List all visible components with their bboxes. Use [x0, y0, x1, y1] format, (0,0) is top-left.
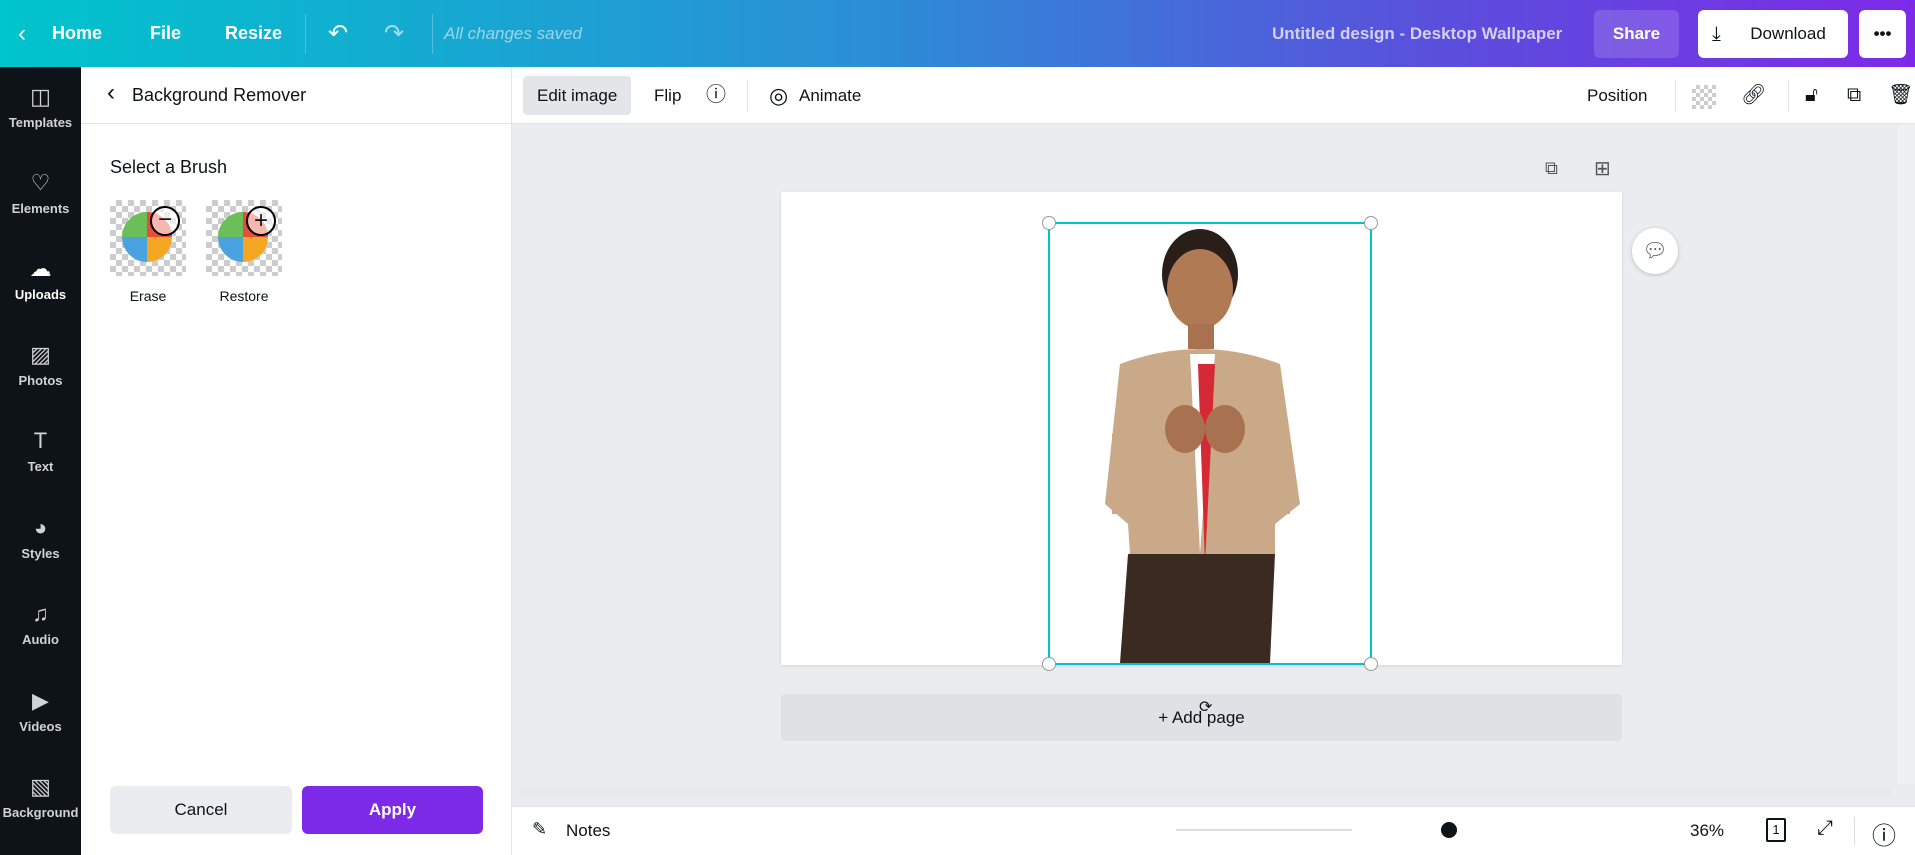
- panel-title: Background Remover: [132, 85, 307, 105]
- help-icon[interactable]: ⓘ: [1872, 816, 1896, 851]
- erase-brush[interactable]: − Erase: [110, 200, 186, 304]
- zoom-level[interactable]: 36%: [1690, 821, 1724, 841]
- download-label: Download: [1750, 24, 1826, 43]
- apply-button[interactable]: Apply: [302, 786, 483, 834]
- sidebar-label: Uploads: [14, 287, 67, 302]
- sidebar-item-uploads[interactable]: ☁ Uploads: [0, 255, 81, 335]
- background-remover-panel: ‹ Background Remover Select a Brush − Er…: [81, 67, 512, 855]
- flip-button[interactable]: Flip: [640, 76, 695, 115]
- video-icon: ▶: [32, 688, 49, 713]
- animate-icon: ◎: [769, 83, 789, 108]
- sidebar-item-audio[interactable]: ♫ Audio: [0, 600, 81, 680]
- sidebar-item-templates[interactable]: ◫ Templates: [0, 83, 81, 163]
- page-count-button[interactable]: 1: [1766, 818, 1786, 842]
- share-button[interactable]: Share: [1594, 10, 1679, 58]
- home-button[interactable]: Home: [52, 0, 102, 67]
- photos-icon: ▨: [30, 342, 51, 367]
- unlock-icon[interactable]: 🔓︎: [1791, 76, 1832, 115]
- plus-icon: +: [246, 206, 276, 236]
- info-icon[interactable]: ⓘ: [692, 76, 740, 115]
- file-menu[interactable]: File: [150, 0, 181, 67]
- templates-icon: ◫: [30, 84, 51, 109]
- save-status: All changes saved: [444, 24, 582, 43]
- section-title: Select a Brush: [110, 157, 228, 177]
- erase-label: Erase: [129, 288, 167, 304]
- elements-icon: ♡: [30, 170, 51, 195]
- animate-label: Animate: [799, 86, 862, 105]
- cancel-button[interactable]: Cancel: [110, 786, 292, 834]
- link-icon[interactable]: 🔗︎: [1727, 76, 1780, 115]
- upload-icon: ☁: [29, 256, 52, 281]
- sidebar-item-videos[interactable]: ▶ Videos: [0, 687, 81, 767]
- sidebar-label: Background: [2, 805, 79, 820]
- animate-button[interactable]: ◎ Animate: [759, 76, 875, 115]
- edit-image-button[interactable]: Edit image: [523, 76, 632, 115]
- resize-handle[interactable]: [1042, 216, 1056, 230]
- redo-icon[interactable]: ↷: [384, 0, 404, 67]
- transparency-icon[interactable]: [1692, 85, 1716, 109]
- context-toolbar: Edit image Flip ⓘ ◎ Animate Position 🔗︎ 🔓…: [512, 67, 1915, 124]
- add-page-icon[interactable]: ⊞: [1594, 156, 1611, 181]
- fullscreen-icon[interactable]: ⤢: [1817, 817, 1833, 840]
- comment-icon[interactable]: 💬︎: [1632, 228, 1678, 274]
- zoom-slider-handle[interactable]: [1441, 822, 1457, 838]
- position-button[interactable]: Position: [1573, 76, 1661, 115]
- minus-icon: −: [150, 206, 180, 236]
- rotate-icon[interactable]: ⟳: [1199, 697, 1212, 717]
- sidebar-label: Videos: [19, 719, 62, 734]
- restore-brush-thumbnail: +: [206, 200, 282, 276]
- sidebar-label: Elements: [11, 201, 70, 216]
- sidebar-label: Audio: [22, 632, 59, 647]
- undo-icon[interactable]: ↶: [328, 0, 348, 67]
- person-photo: [1105, 229, 1300, 663]
- sidebar-label: Text: [27, 459, 54, 474]
- restore-label: Restore: [219, 288, 269, 304]
- download-icon: ⤓: [1712, 23, 1721, 45]
- restore-brush[interactable]: + Restore: [206, 200, 282, 304]
- panel-header[interactable]: ‹ Background Remover: [81, 67, 511, 124]
- more-options-button[interactable]: •••: [1859, 10, 1906, 58]
- trash-icon[interactable]: 🗑︎: [1874, 76, 1915, 115]
- sidebar-label: Photos: [18, 373, 63, 388]
- vertical-scrollbar[interactable]: [1897, 124, 1915, 784]
- palette-icon: ◕: [33, 515, 48, 540]
- notes-button[interactable]: Notes: [566, 821, 610, 841]
- resize-handle[interactable]: [1364, 216, 1378, 230]
- notes-icon: ✎: [532, 819, 548, 839]
- resize-handle[interactable]: [1364, 657, 1378, 671]
- sidebar-item-styles[interactable]: ◕ Styles: [0, 514, 81, 594]
- document-title[interactable]: Untitled design - Desktop Wallpaper: [1272, 0, 1562, 67]
- duplicate-icon[interactable]: ⧉: [1833, 76, 1875, 115]
- download-button[interactable]: ⤓ Download: [1698, 10, 1848, 58]
- text-icon: T: [33, 428, 48, 453]
- selected-image[interactable]: [1042, 216, 1378, 671]
- top-bar: ‹ Home File Resize ↶ ↷ All changes saved…: [0, 0, 1915, 67]
- copy-page-icon[interactable]: ⧉: [1545, 158, 1558, 179]
- sidebar-item-background[interactable]: ▧ Background: [0, 773, 81, 853]
- sidebar-label: Styles: [21, 546, 60, 561]
- sidebar-item-photos[interactable]: ▨ Photos: [0, 341, 81, 421]
- sidebar-item-elements[interactable]: ♡ Elements: [0, 169, 81, 249]
- sidebar: ◫ Templates ♡ Elements ☁ Uploads ▨ Photos TT…: [0, 67, 81, 855]
- back-chevron-icon[interactable]: ‹: [18, 0, 26, 67]
- back-chevron-icon[interactable]: ‹: [107, 79, 115, 107]
- horizontal-scrollbar[interactable]: [520, 786, 1890, 798]
- resize-handle[interactable]: [1042, 657, 1056, 671]
- sidebar-label: Templates: [8, 115, 73, 130]
- sidebar-item-text[interactable]: T Text: [0, 427, 81, 507]
- bottom-bar: ✎ Notes 36% 1 ⤢ ⓘ: [512, 806, 1915, 855]
- zoom-slider[interactable]: [1176, 829, 1352, 831]
- resize-button[interactable]: Resize: [225, 0, 282, 67]
- erase-brush-thumbnail: −: [110, 200, 186, 276]
- background-icon: ▧: [30, 774, 51, 799]
- music-icon: ♫: [32, 601, 49, 626]
